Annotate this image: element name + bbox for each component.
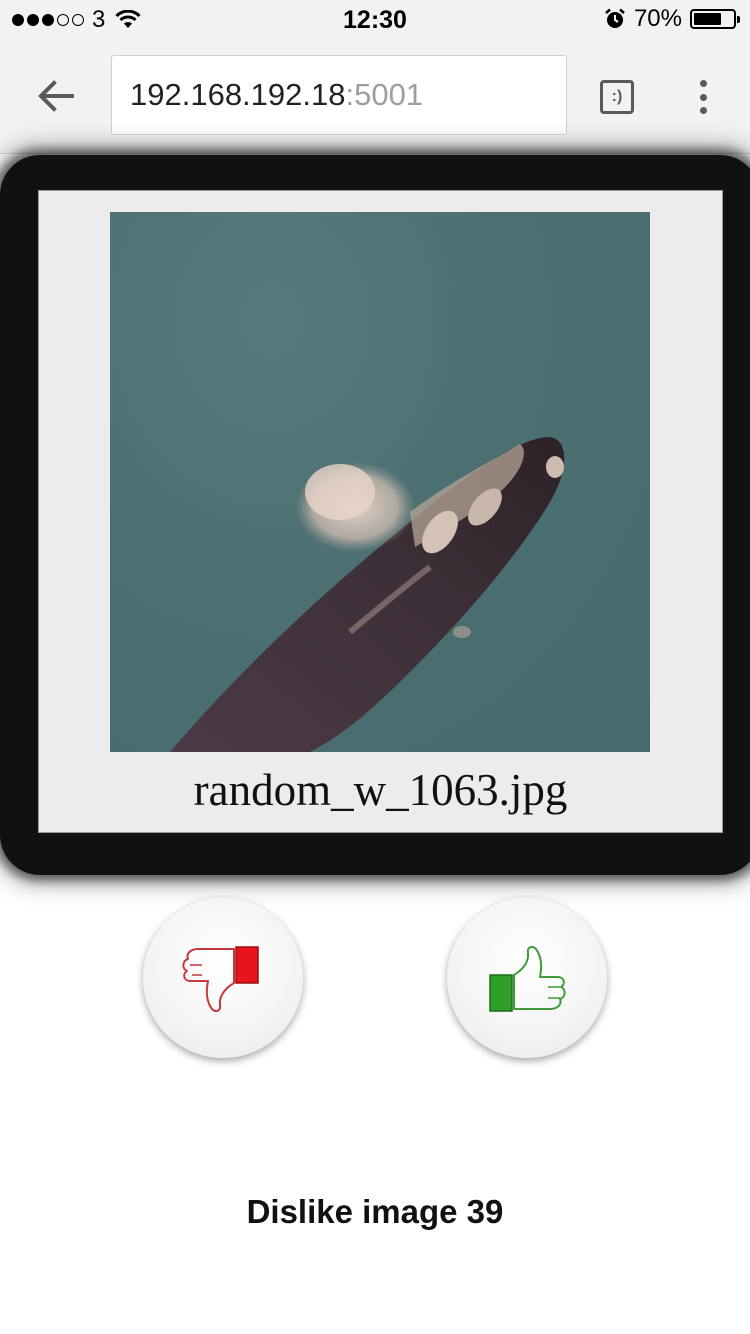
image-card: random_w_1063.jpg	[38, 190, 723, 833]
vote-status-message: Dislike image 39	[246, 1193, 504, 1230]
back-arrow-icon[interactable]	[34, 74, 78, 118]
thumbs-up-icon	[489, 945, 566, 1012]
url-host: 192.168.192.18	[130, 77, 346, 112]
status-right: 70%	[604, 5, 740, 33]
battery-percent: 70%	[633, 5, 682, 32]
url-port: :5001	[345, 77, 424, 112]
dislike-button[interactable]	[143, 898, 303, 1058]
image-filename: random_w_1063.jpg	[193, 765, 568, 815]
status-bar: 3 12:30 70%	[0, 0, 750, 40]
like-button[interactable]	[447, 898, 607, 1058]
whale-illustration	[170, 437, 565, 752]
overflow-menu-icon[interactable]	[690, 78, 716, 116]
battery-icon	[690, 9, 740, 29]
thumbs-down-icon	[182, 946, 259, 1013]
alarm-icon	[605, 8, 625, 28]
tab-switcher-button[interactable]: :)	[600, 80, 634, 114]
whale-photo	[110, 212, 650, 752]
browser-toolbar: 192.168.192.18:5001 :)	[0, 40, 750, 154]
address-bar[interactable]: 192.168.192.18:5001	[111, 55, 567, 135]
